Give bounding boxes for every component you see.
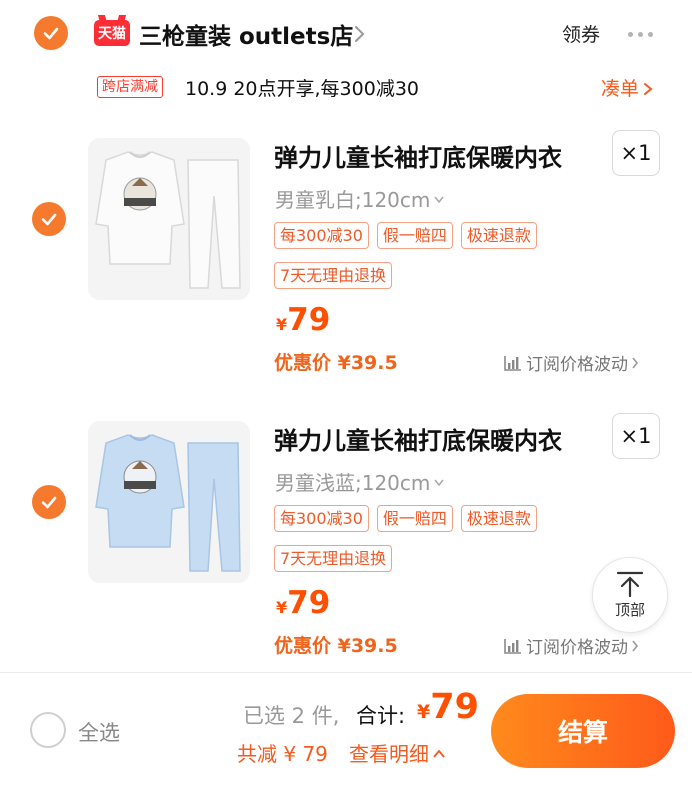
service-tags: 每300减30 假一赔四 极速退款 xyxy=(274,222,537,249)
sku-selector[interactable]: 男童乳白;120cm xyxy=(275,184,445,213)
thermal-underwear-image xyxy=(88,421,250,583)
coupon-button[interactable]: 领券 xyxy=(562,20,600,47)
tag-discount: 每300减30 xyxy=(274,505,369,532)
price-alert-button[interactable]: 订阅价格波动 xyxy=(503,633,639,658)
quantity-selector[interactable]: ×1 xyxy=(612,130,660,176)
currency-symbol: ¥ xyxy=(276,315,288,334)
checkmark-icon xyxy=(41,496,57,509)
add-items-label: 凑单 xyxy=(601,78,640,100)
discount-price: 优惠价 ¥39.5 xyxy=(274,635,398,657)
arrow-up-icon xyxy=(616,571,644,597)
chart-bars-icon xyxy=(504,638,521,654)
view-details-link[interactable]: 查看明细 xyxy=(349,738,445,767)
add-items-link[interactable]: 凑单 xyxy=(601,74,653,101)
tag-fast-refund: 极速退款 xyxy=(460,505,537,532)
item-select-checkbox[interactable] xyxy=(32,202,66,236)
product-title[interactable]: 弹力儿童长袖打底保暖内衣 xyxy=(274,421,562,456)
chart-bars-icon xyxy=(504,355,521,371)
sku-label: 男童乳白;120cm xyxy=(275,188,431,212)
select-all-label[interactable]: 全选 xyxy=(78,717,120,747)
chevron-right-icon xyxy=(632,357,639,368)
checkout-button[interactable]: 结算 xyxy=(491,694,675,768)
chevron-right-icon[interactable] xyxy=(352,24,366,44)
sku-selector[interactable]: 男童浅蓝;120cm xyxy=(275,467,445,496)
chevron-right-icon xyxy=(632,640,639,651)
sku-label: 男童浅蓝;120cm xyxy=(275,471,431,495)
item-select-checkbox[interactable] xyxy=(32,485,66,519)
product-image[interactable] xyxy=(88,421,250,583)
quantity-selector[interactable]: ×1 xyxy=(612,413,660,459)
product-image[interactable] xyxy=(88,138,250,300)
tag-genuine: 假一赔四 xyxy=(376,505,453,532)
checkout-bar: 全选 已选 2 件, 合计: ¥79 共减 ¥ 79 查看明细 结算 xyxy=(0,672,692,800)
currency-symbol: ¥ xyxy=(276,598,288,617)
chevron-up-icon xyxy=(433,749,445,758)
total-value: 79 xyxy=(430,687,479,727)
shop-cart-card: 天猫 三枪童装 outlets店 领券 跨店满减 10.9 20点开享,每300… xyxy=(0,0,692,672)
more-icon[interactable] xyxy=(628,32,653,37)
tag-7day-return: 7天无理由退换 xyxy=(274,262,393,289)
checkmark-icon xyxy=(41,213,57,226)
item-price: ¥79 xyxy=(276,302,330,338)
promo-text: 10.9 20点开享,每300减30 xyxy=(185,78,420,100)
tag-discount: 每300减30 xyxy=(274,222,369,249)
price-value: 79 xyxy=(287,585,331,621)
chevron-down-icon xyxy=(434,479,445,487)
price-value: 79 xyxy=(287,302,331,338)
total-price: ¥79 xyxy=(417,687,479,727)
price-alert-label: 订阅价格波动 xyxy=(526,638,628,658)
product-title[interactable]: 弹力儿童长袖打底保暖内衣 xyxy=(274,138,562,173)
service-tags-row2: 7天无理由退换 xyxy=(274,545,393,572)
back-to-top-button[interactable]: 顶部 xyxy=(592,557,668,633)
cart-item: 弹力儿童长袖打底保暖内衣 ×1 男童乳白;120cm 每300减30 假一赔四 … xyxy=(0,130,692,408)
shop-select-checkbox[interactable] xyxy=(34,16,68,50)
tag-7day-return: 7天无理由退换 xyxy=(274,545,393,572)
selected-count: 已选 2 件, xyxy=(243,704,340,728)
promo-tag: 跨店满减 xyxy=(97,76,163,98)
back-to-top-label: 顶部 xyxy=(614,600,645,619)
thermal-underwear-image xyxy=(88,138,250,300)
total-label: 合计: xyxy=(356,704,406,728)
currency-symbol: ¥ xyxy=(417,701,431,723)
tag-genuine: 假一赔四 xyxy=(376,222,453,249)
shop-name[interactable]: 三枪童装 outlets店 xyxy=(139,17,353,51)
item-price: ¥79 xyxy=(276,585,330,621)
tmall-logo: 天猫 xyxy=(94,20,130,46)
view-details-label: 查看明细 xyxy=(349,742,429,766)
tag-fast-refund: 极速退款 xyxy=(460,222,537,249)
chevron-down-icon xyxy=(434,196,445,204)
service-tags: 每300减30 假一赔四 极速退款 xyxy=(274,505,537,532)
chevron-right-icon xyxy=(644,83,653,95)
checkmark-icon xyxy=(43,27,59,40)
price-alert-button[interactable]: 订阅价格波动 xyxy=(503,350,639,375)
total-saved: 共减 ¥ 79 xyxy=(237,742,328,766)
select-all-checkbox[interactable] xyxy=(30,712,66,748)
price-alert-label: 订阅价格波动 xyxy=(526,355,628,375)
cart-item: 弹力儿童长袖打底保暖内衣 ×1 男童浅蓝;120cm 每300减30 假一赔四 … xyxy=(0,413,692,691)
service-tags-row2: 7天无理由退换 xyxy=(274,262,393,289)
discount-price: 优惠价 ¥39.5 xyxy=(274,352,398,374)
